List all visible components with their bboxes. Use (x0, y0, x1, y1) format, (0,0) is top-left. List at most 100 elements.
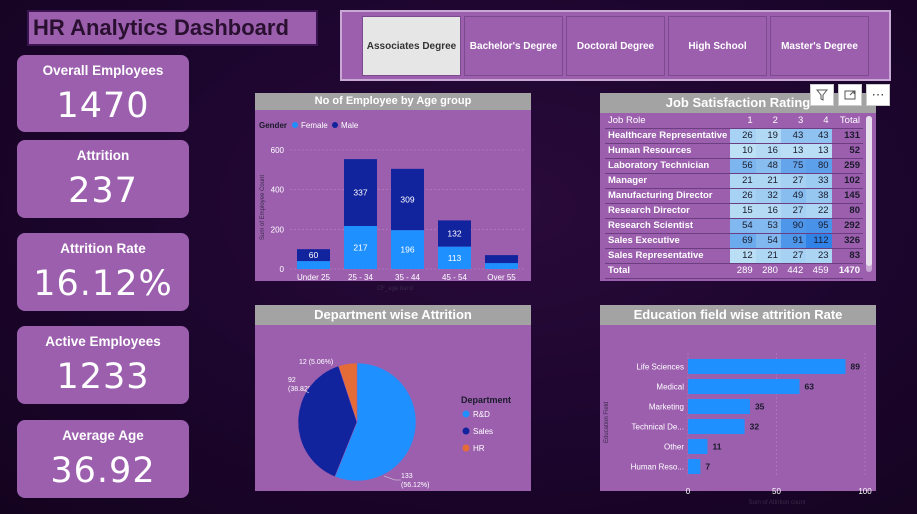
kpi-label: Overall Employees (42, 63, 164, 78)
header-rating-2[interactable]: 2 (755, 113, 781, 129)
job-role-cell: Research Director (605, 203, 731, 219)
age-bar-data-label: 217 (353, 242, 367, 252)
edu-category-label: Human Reso... (631, 463, 684, 472)
edu-bar-data-label: 63 (805, 382, 815, 392)
age-x-tick-label: 35 - 44 (395, 273, 420, 282)
table-row[interactable]: Human Resources 10 16 13 13 52 (605, 143, 863, 159)
edu-bar-data-label: 35 (755, 402, 765, 412)
rating-count-cell: 43 (780, 128, 807, 144)
pie-label-rnd-pct: (56.12%) (401, 482, 429, 489)
table-row[interactable]: Sales Executive 69 54 91 112 326 (605, 233, 863, 249)
rating-count-cell: 21 (755, 248, 781, 264)
edu-bar-data-label: 11 (712, 442, 721, 452)
education-bar-chart: Education Field Sum of Attrition count 0… (604, 353, 872, 506)
rating-count-cell: 15 (730, 203, 756, 219)
age-bar-male (485, 255, 518, 264)
row-total-cell: 292 (831, 218, 863, 234)
edu-x-axis-label: Sum of Attrition count (748, 500, 805, 506)
edu-x-tick-label: 0 (686, 487, 691, 496)
job-role-cell: Healthcare Representative (605, 128, 731, 144)
education-slicer: Associates Degree Bachelor's Degree Doct… (340, 10, 891, 81)
header-total[interactable]: Total (831, 113, 863, 129)
age-x-tick-label: 25 - 34 (348, 273, 373, 282)
pie-label-rnd-count: 133 (401, 473, 413, 480)
job-role-cell: Human Resources (605, 143, 731, 159)
age-bar-data-label: 196 (400, 245, 414, 255)
kpi-card-active-employees[interactable]: Active Employees 1233 (17, 326, 189, 404)
table-row[interactable]: Research Director 15 16 27 22 80 (605, 203, 863, 219)
age-x-tick-label: 45 - 54 (442, 273, 467, 282)
more-options-icon[interactable]: ⋯ (866, 84, 890, 106)
slicer-option-bachelors-degree[interactable]: Bachelor's Degree (464, 16, 563, 76)
job-role-cell: Manufacturing Director (605, 188, 731, 204)
department-attrition-panel[interactable]: Department wise Attrition Department R&D… (255, 305, 531, 491)
kpi-card-attrition[interactable]: Attrition 237 (17, 140, 189, 218)
slicer-option-associates-degree[interactable]: Associates Degree (362, 16, 461, 76)
legend-sales-label: Sales (473, 427, 493, 436)
edu-category-label: Technical De... (632, 423, 684, 432)
legend-male-marker (332, 122, 338, 128)
job-role-cell: Research Scientist (605, 218, 731, 234)
age-bar-data-label: 113 (448, 253, 462, 263)
table-row[interactable]: Healthcare Representative 26 19 43 43 131 (605, 128, 863, 144)
pie-label-sales-count: 92 (288, 377, 296, 384)
row-total-cell: 83 (831, 248, 863, 264)
age-group-chart-panel[interactable]: No of Employee by Age group Gender Femal… (255, 93, 531, 292)
pie-label-hr: 12 (5.06%) (299, 359, 333, 366)
age-y-tick-label: 400 (271, 186, 285, 195)
job-role-cell: Sales Representative (605, 248, 731, 264)
rating-count-cell: 12 (730, 248, 756, 264)
scrollbar-thumb[interactable] (866, 116, 872, 266)
edu-bar-data-label: 32 (750, 422, 760, 432)
rating-count-cell: 13 (806, 143, 832, 159)
rating-count-cell: 112 (806, 233, 832, 249)
edu-category-label: Marketing (649, 403, 684, 412)
age-bar-female (297, 261, 330, 269)
kpi-value: 1233 (56, 357, 150, 397)
dept-chart-title: Department wise Attrition (255, 305, 531, 325)
kpi-value: 16.12% (33, 264, 173, 304)
age-group-chart: Gender Female Male Sum of Employee Count… (259, 121, 525, 292)
header-job-role[interactable]: Job Role (605, 113, 731, 129)
rating-count-cell: 53 (755, 218, 781, 234)
kpi-card-attrition-rate[interactable]: Attrition Rate 16.12% (17, 233, 189, 311)
age-bar-data-label: 60 (309, 250, 319, 260)
header-rating-3[interactable]: 3 (780, 113, 807, 129)
column-total-cell: 459 (806, 263, 832, 279)
table-row[interactable]: Manufacturing Director 26 32 49 38 145 (605, 188, 863, 204)
age-legend-title: Gender (259, 121, 287, 130)
table-scrollbar[interactable] (866, 116, 872, 272)
edu-bar-data-label: 89 (851, 362, 861, 372)
rating-count-cell: 16 (755, 203, 781, 219)
rating-count-cell: 80 (806, 158, 832, 174)
table-row[interactable]: Research Scientist 54 53 90 95 292 (605, 218, 863, 234)
legend-female-marker (292, 122, 298, 128)
rating-count-cell: 27 (780, 203, 807, 219)
rating-count-cell: 33 (806, 173, 832, 189)
edu-bar (688, 459, 701, 474)
slicer-option-high-school[interactable]: High School (668, 16, 767, 76)
kpi-card-average-age[interactable]: Average Age 36.92 (17, 420, 189, 498)
kpi-card-overall-employees[interactable]: Overall Employees 1470 (17, 55, 189, 132)
rating-count-cell: 48 (755, 158, 781, 174)
rating-count-cell: 95 (806, 218, 832, 234)
table-row[interactable]: Laboratory Technician 56 48 75 80 259 (605, 158, 863, 174)
table-header-row: Job Role 1 2 3 4 Total (605, 113, 863, 129)
edu-bar-data-label: 7 (705, 462, 710, 472)
filter-icon[interactable] (810, 84, 834, 106)
table-row[interactable]: Manager 21 21 27 33 102 (605, 173, 863, 189)
table-row[interactable]: Sales Representative 12 21 27 23 83 (605, 248, 863, 264)
header-rating-4[interactable]: 4 (806, 113, 832, 129)
edu-category-label: Other (664, 443, 684, 452)
education-attrition-panel[interactable]: Education field wise attrition Rate Educ… (600, 305, 876, 506)
table-total-row: Total 289 280 442 459 1470 (605, 263, 863, 279)
edu-bar (688, 379, 800, 394)
age-x-axis-label: CF_age band (377, 286, 413, 292)
header-rating-1[interactable]: 1 (730, 113, 756, 129)
focus-mode-icon[interactable] (838, 84, 862, 106)
row-total-cell: 259 (831, 158, 863, 174)
row-total-cell: 131 (831, 128, 863, 144)
age-y-tick-label: 600 (271, 146, 285, 155)
slicer-option-doctoral-degree[interactable]: Doctoral Degree (566, 16, 665, 76)
slicer-option-masters-degree[interactable]: Master's Degree (770, 16, 869, 76)
